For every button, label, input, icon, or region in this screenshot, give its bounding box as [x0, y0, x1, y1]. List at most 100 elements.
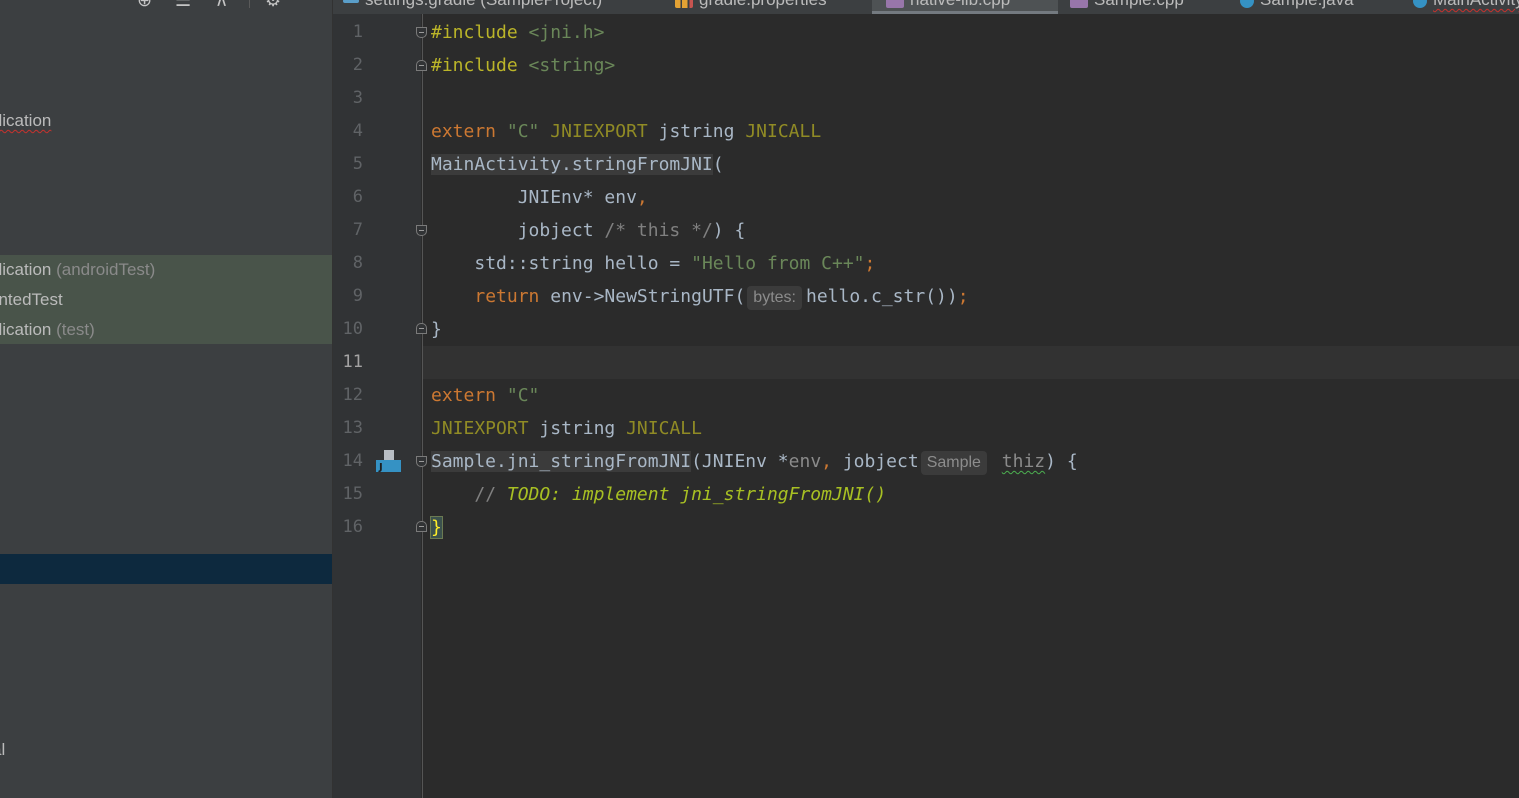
- function-name: MainActivity.stringFromJNI: [431, 154, 713, 175]
- code-punct: ;: [864, 253, 876, 274]
- code-line-2[interactable]: #include <string>: [423, 49, 1519, 82]
- line-number-current: 11: [342, 352, 363, 372]
- tree-item-selected[interactable]: [0, 554, 332, 584]
- toolbar-separator: [249, 0, 250, 8]
- type-hint: Sample: [920, 451, 987, 475]
- cpp-file-icon: [1070, 0, 1088, 8]
- string-literal: "C": [506, 121, 540, 142]
- line-number: 7: [352, 220, 363, 240]
- tab-label: MainActivity: [1433, 0, 1519, 9]
- keyword: return: [474, 286, 540, 307]
- code-line-3[interactable]: [423, 82, 1519, 115]
- include-header: <string>: [528, 55, 616, 76]
- type-name: jstring: [658, 121, 735, 142]
- line-number: 9: [352, 286, 363, 306]
- code-line-12[interactable]: extern "C": [423, 379, 1519, 412]
- gradle-icon: [343, 0, 359, 3]
- code-line-16[interactable]: }: [423, 511, 1519, 544]
- code-punct: (: [712, 154, 724, 175]
- java-class-icon: [1413, 0, 1427, 8]
- keyword: extern: [431, 385, 497, 406]
- tree-item-label: plication: [0, 260, 52, 279]
- tab-sample-java[interactable]: Sample.java: [1240, 0, 1354, 14]
- code-punct: ) {: [712, 220, 746, 241]
- code-text: std::string hello =: [474, 253, 692, 274]
- project-tool-window: ⊕ ☰ ⊼ ⚙ plication plication (androidTest…: [0, 0, 332, 798]
- java-class-icon: [1240, 0, 1254, 8]
- code-line-13[interactable]: JNIEXPORT jstring JNICALL: [423, 412, 1519, 445]
- tree-item-label: entedTest: [0, 290, 63, 309]
- jni-navigate-icon[interactable]: J: [376, 448, 401, 472]
- tree-item[interactable]: al: [0, 735, 332, 765]
- tree-item-unit-test[interactable]: plication (test): [0, 315, 332, 344]
- collapse-icon[interactable]: ☰: [175, 0, 191, 11]
- code-text: (JNIEnv *: [691, 451, 789, 472]
- line-number: 14: [342, 451, 363, 471]
- code-text: env->NewStringUTF(: [539, 286, 746, 307]
- tree-item-android-test[interactable]: plication (androidTest): [0, 255, 332, 285]
- code-line-14[interactable]: Sample.jni_stringFromJNI(JNIEnv *env, jo…: [423, 445, 1519, 478]
- tree-item-label: plication: [0, 320, 52, 339]
- parameter-hint: bytes:: [747, 286, 802, 310]
- code-line-11-current[interactable]: [423, 346, 1519, 379]
- function-name: Sample.jni_stringFromJNI: [431, 451, 692, 472]
- code-line-9[interactable]: return env->NewStringUTF(bytes: hello.c_s…: [423, 280, 1519, 313]
- gear-icon[interactable]: ⚙: [265, 0, 281, 11]
- tree-item-instrumented-test[interactable]: entedTest: [0, 285, 332, 315]
- code-line-8[interactable]: std::string hello = "Hello from C++";: [423, 247, 1519, 280]
- jni-icon-sheet: [384, 450, 394, 460]
- tab-settings-gradle[interactable]: settings.gradle (SampleProject): [343, 0, 602, 14]
- line-number: 8: [352, 253, 363, 273]
- type-name: jstring: [539, 418, 616, 439]
- pp-directive: #include: [431, 22, 518, 43]
- cpp-file-icon: [886, 0, 904, 8]
- code-punct: ,: [821, 451, 832, 472]
- tab-native-lib-cpp[interactable]: native-lib.cpp: [872, 0, 1058, 14]
- type-name: jobject: [517, 220, 594, 241]
- tree-item[interactable]: plication: [0, 106, 332, 136]
- macro: JNICALL: [745, 121, 822, 142]
- globe-icon[interactable]: ⊕: [137, 0, 152, 11]
- line-number: 10: [342, 319, 363, 339]
- line-number: 1: [352, 22, 363, 42]
- editor-tab-bar: settings.gradle (SampleProject) gradle.p…: [333, 0, 1519, 14]
- tab-label: Sample.cpp: [1094, 0, 1184, 9]
- line-number: 6: [352, 187, 363, 207]
- line-number: 12: [342, 385, 363, 405]
- line-number: 3: [352, 88, 363, 108]
- code-line-15[interactable]: // TODO: implement jni_stringFromJNI(): [423, 478, 1519, 511]
- properties-icon: [675, 0, 693, 8]
- code-line-1[interactable]: #include <jni.h>: [423, 16, 1519, 49]
- code-text: hello.c_str()): [805, 286, 958, 307]
- tab-gradle-properties[interactable]: gradle.properties: [675, 0, 827, 14]
- code-punct: ) {: [1045, 451, 1078, 472]
- code-line-6[interactable]: JNIEnv* env,: [423, 181, 1519, 214]
- tree-item-qualifier: (androidTest): [51, 260, 156, 279]
- comment: /* this */: [604, 220, 713, 241]
- tab-label: Sample.java: [1260, 0, 1354, 9]
- matched-brace: }: [430, 516, 443, 539]
- code-line-10[interactable]: }: [423, 313, 1519, 346]
- tab-main-activity[interactable]: MainActivity: [1413, 0, 1519, 14]
- pin-icon[interactable]: ⊼: [215, 0, 228, 11]
- code-line-5[interactable]: MainActivity.stringFromJNI(: [423, 148, 1519, 181]
- line-number: 15: [342, 484, 363, 504]
- macro: JNICALL: [626, 418, 702, 439]
- code-punct: ,: [636, 187, 648, 208]
- code-punct: ;: [957, 286, 969, 307]
- macro: JNIEXPORT: [431, 418, 529, 439]
- tab-sample-cpp[interactable]: Sample.cpp: [1070, 0, 1184, 14]
- line-number: 13: [342, 418, 363, 438]
- string-literal: "C": [506, 385, 540, 406]
- code-line-7[interactable]: jobject /* this */) {: [423, 214, 1519, 247]
- code-line-4[interactable]: extern "C" JNIEXPORT jstring JNICALL: [423, 115, 1519, 148]
- tab-label: settings.gradle (SampleProject): [365, 0, 602, 9]
- todo-comment: TODO: implement jni_stringFromJNI(): [506, 484, 887, 505]
- tree-item-qualifier: (test): [51, 320, 95, 339]
- tree-item-label: plication: [0, 111, 52, 130]
- tab-label: gradle.properties: [699, 0, 827, 9]
- type-name: jobject: [832, 451, 919, 472]
- comment: //: [474, 484, 507, 505]
- line-number: 2: [352, 55, 363, 75]
- line-number: 5: [352, 154, 363, 174]
